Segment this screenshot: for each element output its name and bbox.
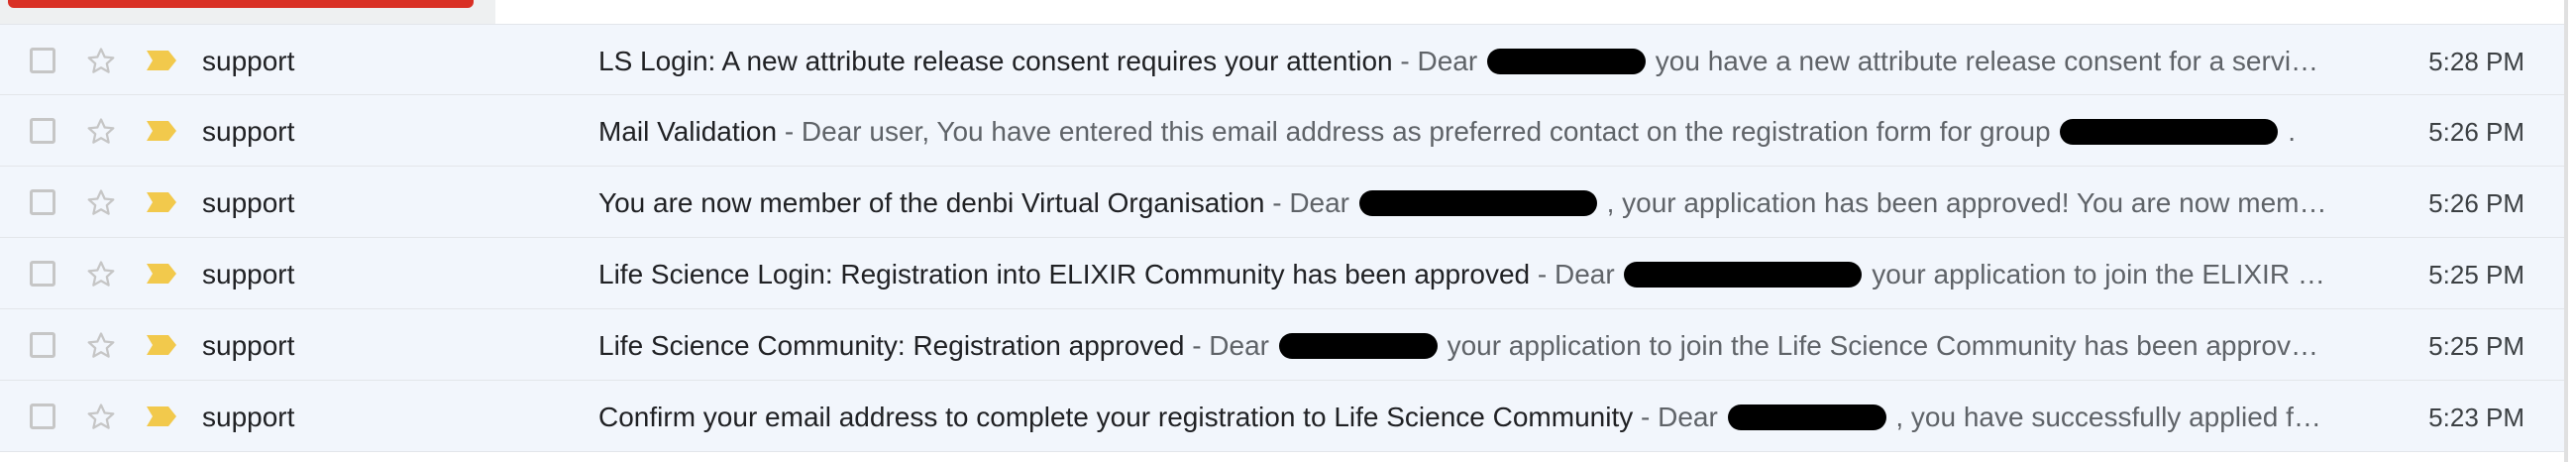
email-snippet-start: Dear user, You have entered this email a… (801, 116, 2051, 147)
subject-snippet-separator: - (1400, 46, 1418, 76)
star-icon[interactable] (83, 185, 119, 221)
sender-name: support (202, 402, 295, 432)
redacted-name (1624, 262, 1863, 288)
select-checkbox[interactable] (30, 189, 55, 215)
received-time: 5:25 PM (2428, 331, 2524, 361)
redacted-name (1358, 190, 1597, 216)
email-snippet-start: Dear (1417, 46, 1478, 76)
email-row[interactable]: support You are now member of the denbi … (0, 167, 2564, 238)
sender-name: support (202, 330, 295, 361)
email-subject: Life Science Community: Registration app… (598, 330, 1185, 361)
subject-snippet-separator: - (784, 116, 802, 147)
email-snippet-end: , your application has been approved! Yo… (1606, 187, 2327, 218)
email-list: support LS Login: A new attribute releas… (0, 24, 2564, 452)
sender-name: support (202, 46, 295, 76)
email-snippet-start: Dear (1554, 259, 1615, 289)
email-preview[interactable]: LS Login: A new attribute release consen… (598, 45, 2336, 78)
email-row[interactable]: support Mail Validation - Dear user, You… (0, 95, 2564, 167)
subject-snippet-separator: - (1641, 402, 1659, 432)
select-checkbox[interactable] (30, 48, 55, 73)
email-preview[interactable]: Life Science Community: Registration app… (598, 329, 2336, 363)
star-icon[interactable] (83, 400, 119, 435)
redacted-name (1487, 49, 1646, 74)
sender-name: support (202, 187, 295, 218)
importance-marker-icon[interactable] (145, 190, 178, 214)
email-snippet-start: Dear (1658, 402, 1718, 432)
email-preview[interactable]: You are now member of the denbi Virtual … (598, 186, 2336, 220)
redacted-name (1727, 404, 1886, 430)
redacted-name (2060, 119, 2279, 145)
scrollbar-track[interactable] (2564, 0, 2568, 462)
email-subject: LS Login: A new attribute release consen… (598, 46, 1393, 76)
importance-marker-icon[interactable] (145, 262, 178, 286)
email-snippet-end: your application to join the Life Scienc… (1447, 330, 2318, 361)
email-row[interactable]: support Confirm your email address to co… (0, 381, 2564, 452)
inbox-page: support LS Login: A new attribute releas… (0, 0, 2576, 462)
email-row[interactable]: support Life Science Community: Registra… (0, 309, 2564, 381)
star-icon[interactable] (83, 114, 119, 150)
subject-snippet-separator: - (1537, 259, 1555, 289)
email-snippet-end: , you have successfully applied f… (1895, 402, 2321, 432)
email-preview[interactable]: Mail Validation - Dear user, You have en… (598, 115, 2336, 149)
importance-marker-icon[interactable] (145, 404, 178, 428)
email-snippet-end: you have a new attribute release consent… (1655, 46, 2319, 76)
importance-marker-icon[interactable] (145, 333, 178, 357)
importance-marker-icon[interactable] (145, 49, 178, 72)
sender-name: support (202, 259, 295, 289)
select-checkbox[interactable] (30, 118, 55, 144)
subject-snippet-separator: - (1192, 330, 1210, 361)
email-row[interactable]: support Life Science Login: Registration… (0, 238, 2564, 309)
email-snippet-start: Dear (1209, 330, 1269, 361)
star-icon[interactable] (83, 257, 119, 292)
star-icon[interactable] (83, 44, 119, 79)
email-subject: Mail Validation (598, 116, 778, 147)
email-snippet-end: . (2288, 116, 2296, 147)
email-subject: Life Science Login: Registration into EL… (598, 259, 1531, 289)
star-icon[interactable] (83, 328, 119, 364)
email-subject: Confirm your email address to complete y… (598, 402, 1634, 432)
sender-name: support (202, 116, 295, 147)
email-subject: You are now member of the denbi Virtual … (598, 187, 1265, 218)
active-tab-indicator (8, 0, 474, 8)
email-preview[interactable]: Confirm your email address to complete y… (598, 401, 2336, 434)
email-preview[interactable]: Life Science Login: Registration into EL… (598, 258, 2336, 291)
email-snippet-start: Dear (1289, 187, 1350, 218)
subject-snippet-separator: - (1272, 187, 1290, 218)
select-checkbox[interactable] (30, 332, 55, 358)
select-checkbox[interactable] (30, 404, 55, 429)
received-time: 5:25 PM (2428, 260, 2524, 289)
redacted-name (1278, 333, 1438, 359)
email-row[interactable]: support LS Login: A new attribute releas… (0, 24, 2564, 95)
email-snippet-end: your application to join the ELIXIR … (1872, 259, 2325, 289)
select-checkbox[interactable] (30, 261, 55, 287)
received-time: 5:28 PM (2428, 47, 2524, 76)
importance-marker-icon[interactable] (145, 119, 178, 143)
received-time: 5:26 PM (2428, 188, 2524, 218)
received-time: 5:23 PM (2428, 403, 2524, 432)
received-time: 5:26 PM (2428, 117, 2524, 147)
